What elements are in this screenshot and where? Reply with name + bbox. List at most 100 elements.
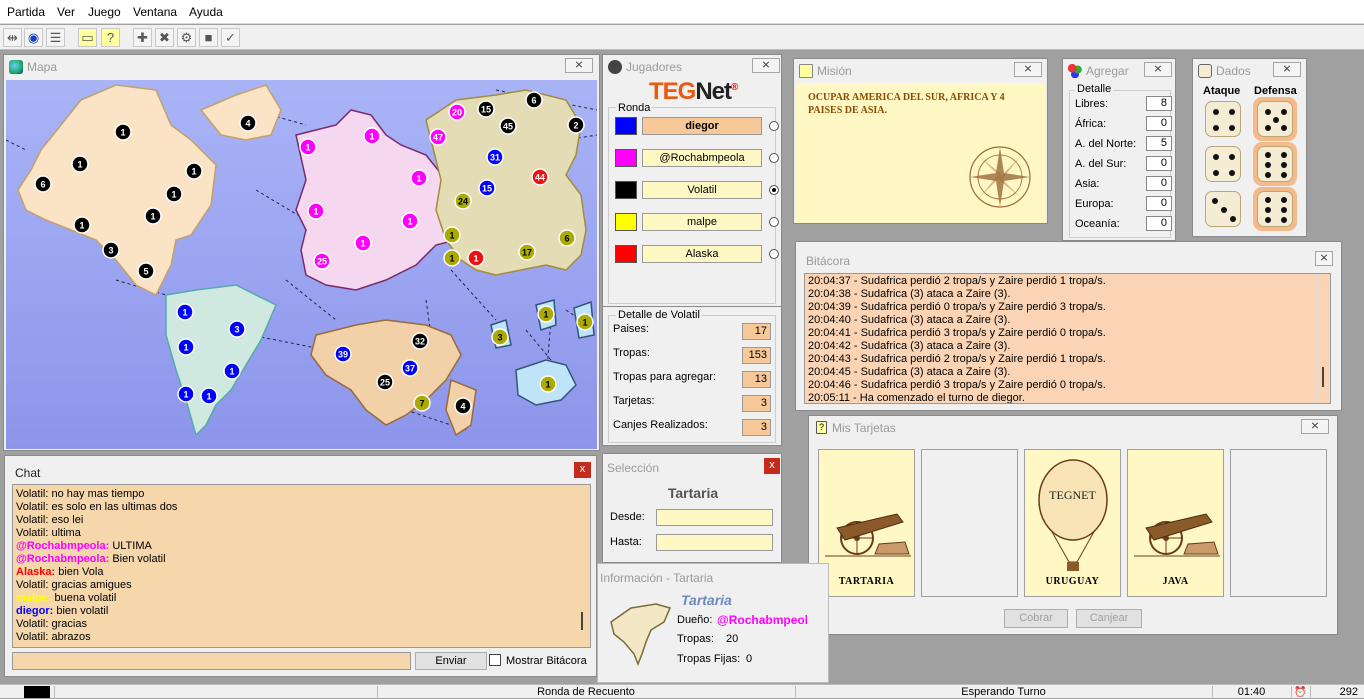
chat-log[interactable]: Volatil: no hay mas tiempo Volatil: es so… [12,484,591,648]
player-radio[interactable] [769,121,779,131]
player-row[interactable]: Volatil [615,181,785,199]
map-close-button[interactable]: ⨯ [565,58,593,73]
selection-close-button[interactable]: x [764,458,780,474]
owner-value: @Rochabmpeola [717,613,807,627]
log-line: 20:04:42 - Sudafrica (3) ataca a Zaire (… [808,340,1011,352]
army-count-29: 15 [482,184,492,194]
players-close-button[interactable]: ⨯ [752,58,780,73]
disconnect-icon[interactable]: ◉ [24,28,43,47]
cards-window: ? Mis Tarjetas ⨯ TARTARIA TEGNET URUGUAY JA… [808,415,1338,635]
chat-input[interactable] [12,652,411,670]
die-pip [1265,109,1271,115]
status-state: Esperando Turno [795,686,1211,699]
menu-partida[interactable]: Partida [7,5,45,19]
log-scroll-thumb[interactable] [1322,367,1324,387]
menu-ayuda[interactable]: Ayuda [189,5,223,19]
stat-value: 17 [742,323,771,340]
send-button[interactable]: Enviar [415,652,487,670]
get-card-icon[interactable]: ■ [199,28,218,47]
player-row[interactable]: Alaska [615,245,785,263]
chat-close-button[interactable]: x [574,462,591,478]
log-textarea[interactable]: 20:04:37 - Sudafrica perdió 2 tropa/s y … [804,273,1331,404]
player-list: diegor @Rochabmpeola Volatil malpe Alaska [607,117,781,277]
world-map[interactable]: 1141611135131111 1111125120 15456473115442… [6,80,597,449]
army-count-47: 1 [545,380,550,390]
map-window: Mapa ⨯ 114161113513111111 1 1 1 25 1 20 … [3,54,600,451]
army-count-9: 5 [143,267,148,277]
to-field[interactable] [656,534,773,551]
regroup-icon[interactable]: ⚙ [177,28,196,47]
player-name: diegor [642,117,762,135]
attack-icon[interactable]: ✖ [155,28,174,47]
army-count-24: 15 [481,105,491,115]
show-log-label: Mostrar Bitácora [506,655,587,667]
chat-scroll-thumb[interactable] [581,612,583,630]
selection-window: Selección x Tartaria Desde: Hasta: [602,453,782,563]
player-radio[interactable] [769,217,779,227]
mission-icon[interactable]: ▭ [78,28,97,47]
player-radio[interactable] [769,249,779,259]
log-line: 20:05:11 - Ha comenzado el turno de dieg… [808,392,1025,404]
player-radio[interactable] [769,153,779,163]
chat-message: Volatil: es solo en las ultimas dos [16,501,590,514]
attack-die-icon [1205,191,1241,227]
add-row-value: 8 [1146,96,1172,111]
to-label: Hasta: [610,536,642,548]
compass-rose-icon [969,146,1031,208]
menu-ventana[interactable]: Ventana [133,5,177,19]
exchange-button[interactable]: Canjear [1076,609,1142,628]
chat-message: Volatil: eso lei [16,514,590,527]
log-scrollbar[interactable] [1316,274,1330,403]
add-troops-icon[interactable]: ✚ [133,28,152,47]
clock-icon: ⏰ [1291,686,1309,699]
army-count-16: 1 [206,392,211,402]
connect-icon[interactable]: ⇹ [3,28,22,47]
army-count-5: 1 [191,167,196,177]
log-close-button[interactable]: ⨯ [1315,251,1333,266]
die-pip [1212,198,1218,204]
log-line: 20:04:43 - Sudafrica perdió 2 tropa/s y … [808,353,1106,365]
country-card-1[interactable] [921,449,1018,597]
player-row[interactable]: diegor [615,117,785,135]
map-titlebar: Mapa ⨯ [4,55,599,79]
collect-button[interactable]: Cobrar [1004,609,1068,628]
army-count-17: 1 [369,132,374,142]
cards-icon[interactable]: ? [101,28,120,47]
die-pip [1265,197,1271,203]
chat-author: malpe: [16,592,52,604]
army-count-4: 6 [40,180,45,190]
die-pip [1265,152,1271,158]
country-card-4[interactable] [1230,449,1327,597]
list-icon[interactable]: ☰ [46,28,65,47]
country-card-3[interactable]: JAVA [1127,449,1224,597]
army-count-23: 20 [452,108,462,118]
dice-close-button[interactable]: ⨯ [1273,62,1301,77]
end-turn-icon[interactable]: ✓ [221,28,240,47]
add-title: Agregar [1086,64,1129,78]
chat-text: no hay mas tiempo [51,488,145,500]
dice-area [1193,97,1308,237]
chat-author: Volatil: [16,514,49,526]
add-close-button[interactable]: ⨯ [1144,62,1172,77]
menu-ver[interactable]: Ver [57,5,75,19]
round-label: Ronda [616,102,653,114]
from-field[interactable] [656,509,773,526]
country-card-0[interactable]: TARTARIA [818,449,915,597]
show-log-checkbox[interactable] [489,654,501,666]
chat-title: Chat [15,466,41,480]
cannon-icon [825,513,911,557]
player-row[interactable]: malpe [615,213,785,231]
army-count-2: 4 [245,119,250,129]
army-count-40: 37 [405,364,415,374]
chat-scrollbar[interactable] [576,485,590,647]
player-radio[interactable] [769,185,779,195]
mission-close-button[interactable]: ⨯ [1014,62,1042,77]
army-count-44: 3 [497,333,502,343]
country-card-2[interactable]: TEGNET URUGUAY [1024,449,1121,597]
status-phase: Ronda de Recuento [377,686,794,699]
player-row[interactable]: @Rochabmpeola [615,149,785,167]
chat-text: bien volatil [56,605,109,617]
player-name: Alaska [642,245,762,263]
menu-juego[interactable]: Juego [88,5,121,19]
army-count-36: 6 [564,234,569,244]
